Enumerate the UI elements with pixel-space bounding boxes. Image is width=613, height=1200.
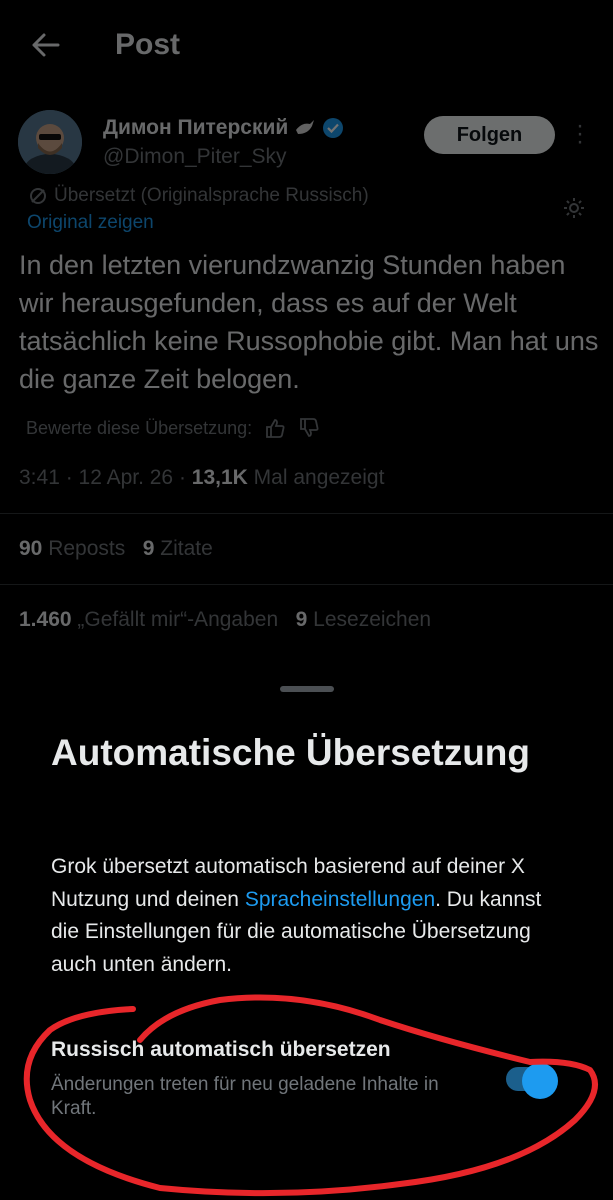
rate-translation: Bewerte diese Übersetzung:	[26, 417, 320, 439]
back-arrow-icon[interactable]	[28, 28, 62, 62]
language-settings-link[interactable]: Spracheinstellungen	[245, 888, 435, 911]
likes-count: 1.460	[19, 608, 72, 631]
post-time: 3:41 · 12 Apr. 26 ·	[19, 466, 192, 489]
quotes-count: 9	[142, 537, 155, 560]
auto-translate-option-subtitle: Änderungen treten für neu geladene Inhal…	[51, 1074, 439, 1119]
avatar[interactable]	[18, 110, 82, 174]
translation-note: Übersetzt (Originalsprache Russisch)	[28, 185, 369, 207]
post-text: In den letzten vierundzwanzig Stunden ha…	[19, 250, 599, 394]
likes-label: „Gefällt mir“-Angaben	[71, 608, 279, 631]
auto-translate-toggle-knob[interactable]	[522, 1063, 558, 1099]
reposts-label: Reposts	[42, 537, 126, 560]
sheet-title: Automatische Übersetzung	[51, 732, 531, 773]
repost-stats[interactable]: 90 Reposts 9 Zitate	[19, 537, 213, 561]
divider	[0, 513, 613, 514]
author-handle[interactable]: @Dimon_Piter_Sky	[103, 145, 287, 169]
auto-translate-option-title: Russisch automatisch übersetzen	[51, 1038, 391, 1061]
sheet-description: Grok übersetzt automatisch basierend auf…	[51, 851, 571, 981]
post-meta: 3:41 · 12 Apr. 26 · 13,1K Mal angezeigt	[19, 466, 384, 490]
gear-icon[interactable]	[562, 196, 586, 220]
thumbs-down-icon[interactable]	[298, 417, 320, 439]
post-screen: Post Димон Питерский @Dimon_Piter_Sky Fo…	[0, 0, 613, 680]
reposts-count: 90	[19, 537, 43, 560]
verified-badge-icon	[323, 118, 344, 138]
translation-note-text: Übersetzt (Originalsprache Russisch)	[54, 185, 369, 206]
like-stats[interactable]: 1.460 „Gefällt mir“-Angaben 9 Lesezeiche…	[19, 608, 431, 632]
author-name[interactable]: Димон Питерский	[103, 116, 344, 140]
rate-label: Bewerte diese Übersetzung:	[26, 417, 253, 438]
quotes-label: Zitate	[154, 537, 213, 560]
views-label: Mal angezeigt	[247, 466, 385, 489]
top-bar: Post	[0, 0, 613, 95]
follow-button[interactable]: Folgen	[424, 116, 555, 154]
bookmarks-count: 9	[295, 608, 308, 631]
more-options-icon[interactable]: · · ·	[573, 114, 587, 154]
author-name-text: Димон Питерский	[103, 116, 289, 139]
views-count: 13,1K	[191, 466, 248, 489]
bookmarks-label: Lesezeichen	[307, 608, 432, 631]
dove-icon	[296, 120, 315, 134]
divider	[0, 584, 613, 585]
page-title: Post	[115, 28, 181, 61]
show-original-link[interactable]: Original zeigen	[27, 212, 154, 234]
sheet-drag-handle[interactable]	[280, 686, 334, 692]
translate-icon	[30, 188, 46, 204]
thumbs-up-icon[interactable]	[264, 417, 286, 439]
